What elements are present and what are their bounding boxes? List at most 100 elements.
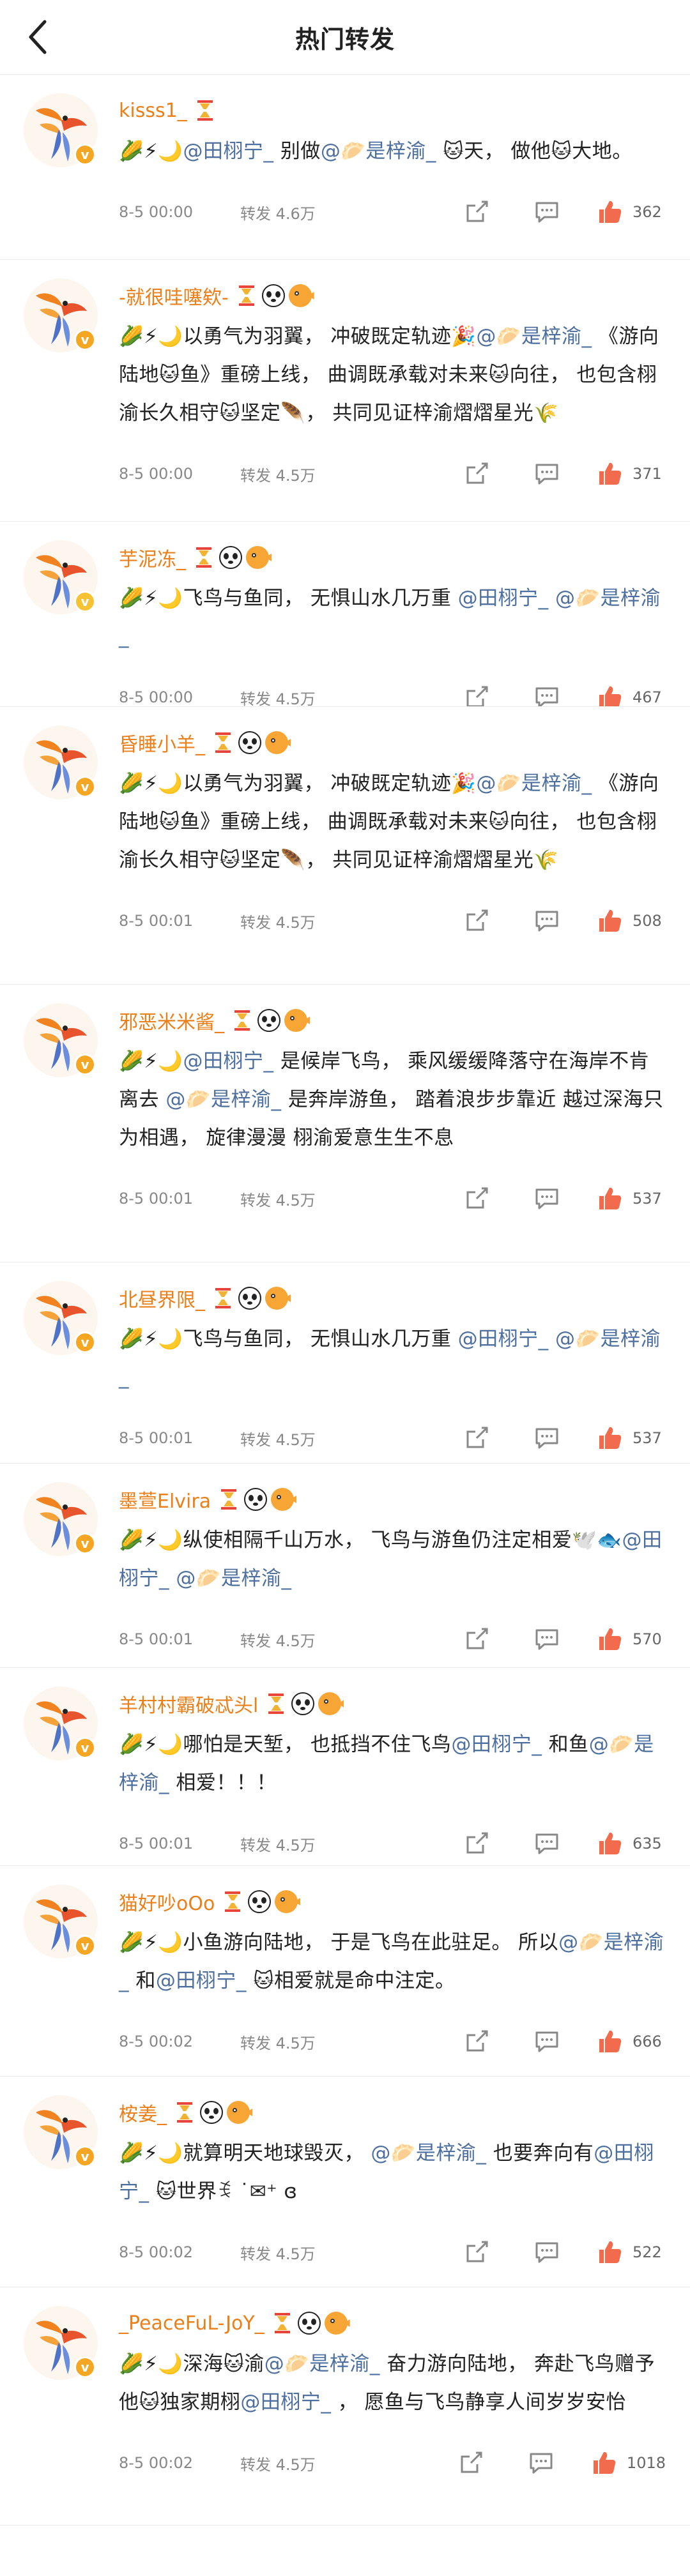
mention-link[interactable]: @田栩宁_ [458,1328,549,1351]
comment-button[interactable] [533,1185,561,1213]
like-button[interactable]: 635 [595,1830,666,1858]
user-name[interactable]: 桉姜_ [119,2098,167,2126]
comment-button[interactable] [533,1424,561,1452]
share-button[interactable] [463,198,491,226]
user-name[interactable]: 芋泥冻_ [119,543,186,572]
like-count: 508 [632,912,662,930]
user-badges [192,546,273,569]
action-bar: 467 [463,683,666,706]
user-name[interactable]: 昏睡小羊_ [119,729,205,757]
repost-item[interactable]: v 芋泥冻_ 🌽⚡🌙飞鸟与鱼同， 无惧山水几万重 @田栩宁_ @🥟是梓渝_ 8-5 0… [0,522,690,707]
like-button[interactable]: 522 [595,2238,666,2266]
thumbs-up-icon [595,1830,624,1858]
repost-count: 转发 4.5万 [240,2245,316,2263]
verified-badge-icon: v [74,1533,96,1554]
mention-link[interactable]: @田栩宁_ [183,140,273,163]
user-name[interactable]: _PeaceFuL-JoY_ [119,2312,264,2335]
action-bar: 371 [463,460,666,488]
share-button[interactable] [463,2027,491,2056]
repost-item[interactable]: v 墨萱Elvira 🌽⚡🌙纵使相隔千山万水， 飞鸟与游鱼仍注定相爱🕊️🐟@田栩宁_… [0,1464,690,1668]
avatar[interactable]: v [23,1686,98,1761]
repost-item[interactable]: v -就很哇噻欸- 🌽⚡🌙以勇气为羽翼， 冲破既定轨迹🎉@🥟是梓渝_ 《游向陆地🐱鱼… [0,260,690,522]
mention-link[interactable]: @田栩宁_ [183,1050,273,1073]
top-bar: 热门转发 [0,0,690,75]
user-name[interactable]: 羊村村霸破忒头l [119,1690,258,1718]
like-button[interactable]: 537 [595,1185,666,1213]
mention-link[interactable]: @🥟是梓渝_ [176,1567,291,1590]
comment-button[interactable] [533,907,561,935]
avatar[interactable]: v [23,1884,98,1959]
mention-link[interactable]: @🥟是梓渝_ [476,772,592,795]
mention-link[interactable]: @田栩宁_ [156,1969,247,1992]
avatar[interactable]: v [23,1280,98,1356]
share-button[interactable] [463,460,491,488]
comment-button[interactable] [533,683,561,706]
mention-link[interactable]: @🥟是梓渝_ [165,1088,281,1111]
like-button[interactable]: 362 [595,198,666,226]
user-name[interactable]: -就很哇噻欸- [119,282,229,310]
like-button[interactable]: 537 [595,1424,666,1452]
verified-badge-icon: v [74,1935,96,1957]
thumbs-up-icon [595,198,624,226]
verified-badge-icon: v [74,1331,96,1353]
avatar[interactable]: v [23,540,98,615]
share-button[interactable] [463,1185,491,1213]
mention-link[interactable]: @田栩宁_ [240,2391,331,2414]
mention-link[interactable]: @🥟是梓渝_ [371,2142,486,2165]
share-button[interactable] [463,1424,491,1452]
share-button[interactable] [463,683,491,706]
share-button[interactable] [463,1625,491,1653]
user-name[interactable]: kisss1_ [119,100,187,122]
comment-button[interactable] [533,198,561,226]
repost-item[interactable]: v 桉姜_ 🌽⚡🌙就算明天地球毁灭， @🥟是梓渝_ 也要奔向有@田栩宁_ 🐱世界ꉂ … [0,2077,690,2287]
avatar[interactable]: v [23,93,98,168]
repost-item[interactable]: v 邪恶米米酱_ 🌽⚡🌙@田栩宁_ 是候岸飞鸟， 乘风缓缓降落守在海岸不肯离去 @🥟… [0,985,690,1262]
like-button[interactable]: 1018 [590,2449,666,2477]
mention-link[interactable]: @🥟是梓渝_ [321,140,436,163]
comment-button[interactable] [533,2027,561,2056]
comment-button[interactable] [533,1625,561,1653]
avatar[interactable]: v [23,725,98,800]
share-button[interactable] [463,907,491,935]
comment-button[interactable] [527,2449,555,2477]
mention-link[interactable]: @🥟是梓渝_ [476,325,592,348]
like-button[interactable]: 371 [595,460,666,488]
avatar[interactable]: v [23,278,98,353]
like-button[interactable]: 666 [595,2027,666,2056]
share-button[interactable] [463,1830,491,1858]
avatar[interactable]: v [23,2305,98,2381]
name-row: 邪恶米米酱_ [119,1004,666,1037]
like-count: 467 [632,688,662,706]
like-button[interactable]: 467 [595,683,666,706]
comment-icon [533,460,561,488]
like-button[interactable]: 508 [595,907,666,935]
back-button[interactable] [24,18,56,56]
user-badges [264,1692,345,1715]
repost-item[interactable]: v 羊村村霸破忒头l 🌽⚡🌙哪怕是天堑， 也抵挡不住飞鸟@田栩宁_ 和鱼@🥟是梓渝_… [0,1668,690,1866]
panda-badge-icon [238,731,261,754]
mention-link[interactable]: @🥟是梓渝_ [264,2352,380,2375]
action-bar: 570 [463,1625,666,1653]
post-time: 8-5 00:00 [119,688,193,706]
comment-button[interactable] [533,2238,561,2266]
repost-item[interactable]: v _PeaceFuL-JoY_ 🌽⚡🌙深海🐱渝@🥟是梓渝_ 奋力游向陆地， 奔赴飞… [0,2287,690,2526]
user-name[interactable]: 北昼界限_ [119,1284,205,1312]
comment-button[interactable] [533,460,561,488]
like-button[interactable]: 570 [595,1625,666,1653]
user-name[interactable]: 邪恶米米酱_ [119,1006,224,1034]
repost-item[interactable]: v 北昼界限_ 🌽⚡🌙飞鸟与鱼同， 无惧山水几万重 @田栩宁_ @🥟是梓渝_ 8-5 … [0,1262,690,1464]
repost-item[interactable]: v 猫好吵oOo 🌽⚡🌙小鱼游向陆地， 于是飞鸟在此驻足。 所以@🥟是梓渝_ 和@田… [0,1866,690,2077]
comment-button[interactable] [533,1830,561,1858]
repost-item[interactable]: v 昏睡小羊_ 🌽⚡🌙以勇气为羽翼， 冲破既定轨迹🎉@🥟是梓渝_ 《游向陆地🐱鱼》重… [0,707,690,985]
avatar[interactable]: v [23,1003,98,1078]
mention-link[interactable]: @田栩宁_ [451,1733,542,1756]
avatar[interactable]: v [23,1481,98,1557]
avatar[interactable]: v [23,2095,98,2170]
share-button[interactable] [457,2449,485,2477]
mention-link[interactable]: @田栩宁_ [458,587,549,610]
user-name[interactable]: 墨萱Elvira [119,1485,211,1513]
verified-badge-icon: v [74,2356,96,2378]
share-button[interactable] [463,2238,491,2266]
repost-item[interactable]: v kisss1_ 🌽⚡🌙@田栩宁_ 别做@🥟是梓渝_ 🐱天， 做他🐱大地。 8-5 … [0,75,690,260]
user-name[interactable]: 猫好吵oOo [119,1888,215,1916]
